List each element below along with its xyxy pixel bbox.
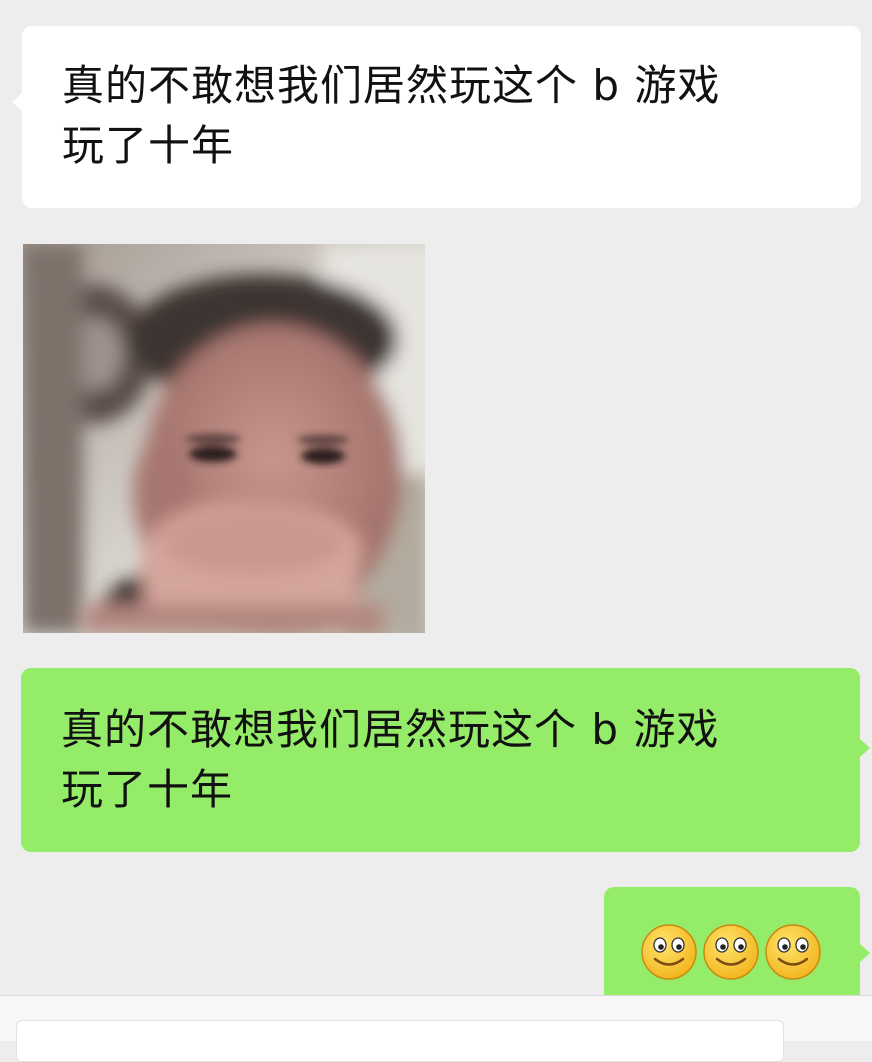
outgoing-emoji-message[interactable] bbox=[604, 887, 870, 995]
message-text-line: 真的不敢想我们居然玩这个 b 游戏 bbox=[61, 705, 720, 754]
bubble-tail bbox=[12, 92, 23, 112]
person-covering-mouth-photo bbox=[23, 244, 425, 633]
message-text-line: 真的不敢想我们居然玩这个 b 游戏 bbox=[62, 61, 721, 110]
smiley-face-icon bbox=[765, 924, 821, 980]
chat-input-bar bbox=[0, 995, 872, 1062]
smiley-face-icon bbox=[703, 924, 759, 980]
bubble-tail bbox=[859, 943, 870, 963]
message-text-line: 玩了十年 bbox=[62, 121, 235, 170]
chat-message-list[interactable]: 真的不敢想我们居然玩这个 b 游戏 玩了十年 真的不敢想我们居然玩这个 b 游戏… bbox=[0, 0, 872, 995]
incoming-message-bubble[interactable]: 真的不敢想我们居然玩这个 b 游戏 玩了十年 bbox=[12, 26, 861, 208]
incoming-image-message[interactable] bbox=[23, 244, 425, 633]
message-text-line: 玩了十年 bbox=[61, 765, 234, 814]
smiley-face-icon bbox=[641, 924, 697, 980]
outgoing-message-bubble[interactable]: 真的不敢想我们居然玩这个 b 游戏 玩了十年 bbox=[21, 668, 870, 852]
message-input[interactable] bbox=[16, 1020, 784, 1062]
bubble-tail bbox=[859, 738, 870, 758]
emoji-row bbox=[640, 923, 860, 981]
